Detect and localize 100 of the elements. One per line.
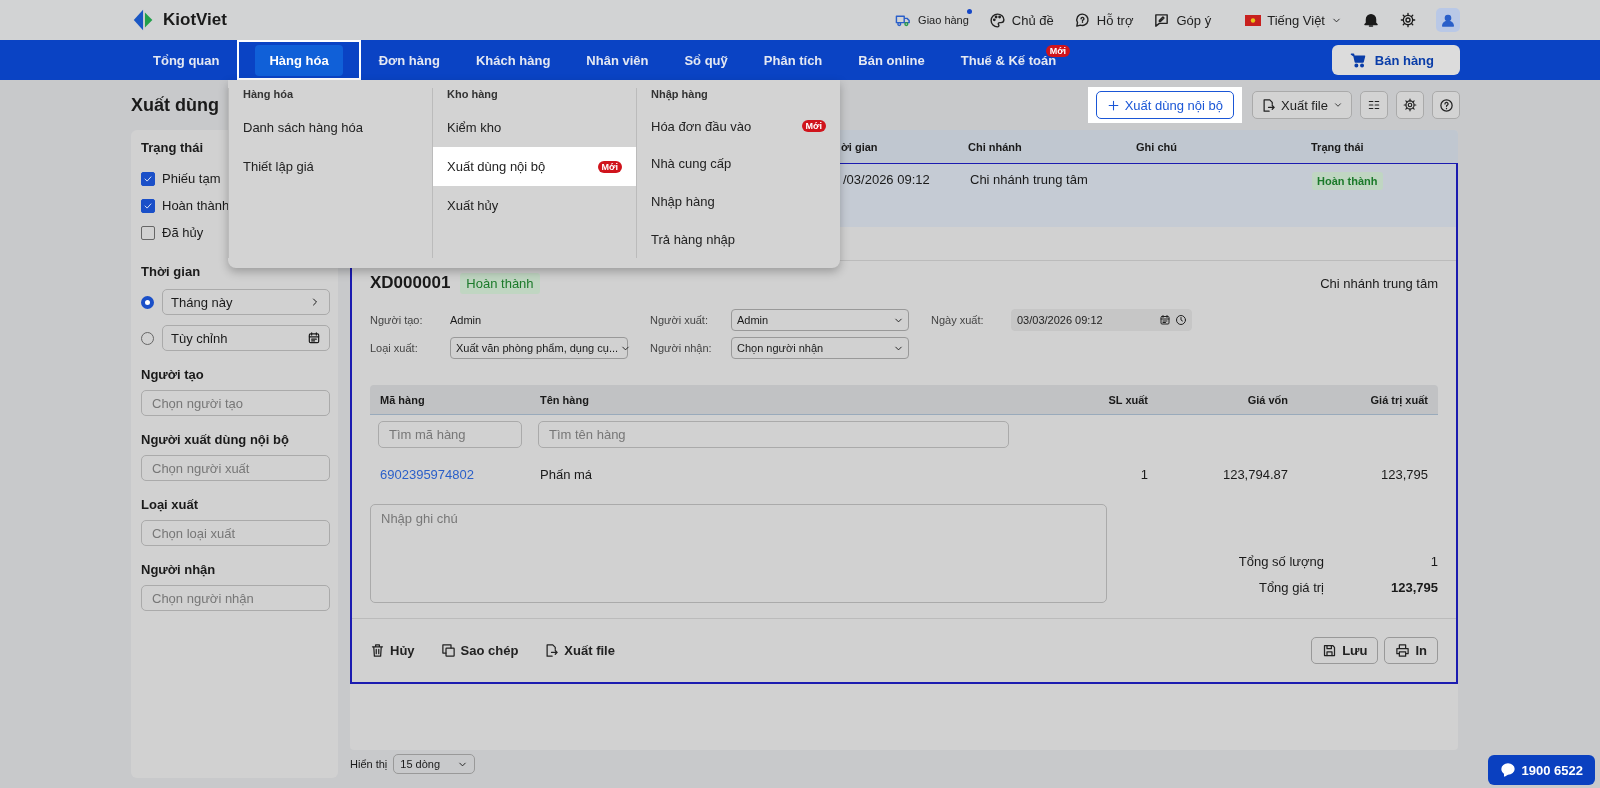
time-range-field[interactable]: Tùy chỉnh bbox=[162, 325, 330, 351]
menu-heading: Hàng hóa bbox=[243, 88, 295, 102]
help-button[interactable] bbox=[1432, 91, 1460, 119]
select-field[interactable]: Admin bbox=[731, 309, 909, 331]
picker-field[interactable]: Chọn người tạo bbox=[141, 390, 330, 416]
nav-tab[interactable]: Tổng quan bbox=[135, 40, 238, 80]
nav-tab[interactable]: Bán online bbox=[840, 40, 943, 80]
top-link[interactable]: Giao hàng bbox=[895, 11, 969, 29]
action-link[interactable]: Xuất file bbox=[544, 643, 615, 658]
menu-item[interactable]: Kiểm kho bbox=[433, 108, 636, 147]
cart-icon bbox=[1349, 51, 1367, 69]
action-link[interactable]: Sao chép bbox=[440, 643, 519, 658]
settings-icon bbox=[1403, 98, 1417, 112]
document-code: XD000001 bbox=[370, 273, 451, 293]
menu-item[interactable]: Xuất hủy bbox=[433, 186, 636, 225]
export-file-icon bbox=[544, 643, 560, 658]
bell-icon[interactable] bbox=[1362, 11, 1380, 29]
help-icon bbox=[1438, 97, 1454, 113]
action-button[interactable]: In bbox=[1384, 637, 1438, 664]
select-field[interactable]: Chọn người nhận bbox=[731, 337, 909, 359]
export-button[interactable]: Xuất file bbox=[1252, 91, 1352, 119]
filter-title: Thời gian bbox=[141, 264, 202, 279]
menu-item[interactable]: Hóa đơn đầu vào Mới bbox=[637, 107, 840, 146]
nav-tab[interactable]: Đơn hàng bbox=[360, 40, 458, 80]
menu-item[interactable]: Danh sách hàng hóa bbox=[229, 108, 432, 147]
search-field[interactable]: Tìm tên hàng bbox=[538, 421, 1009, 448]
checkbox[interactable] bbox=[141, 171, 155, 186]
trash-icon bbox=[370, 643, 385, 658]
radio-button[interactable] bbox=[141, 295, 154, 309]
filter-title: Trạng thái bbox=[141, 140, 205, 155]
nav-tab[interactable]: Sổ quỹ bbox=[666, 40, 746, 80]
action-link[interactable]: Hủy bbox=[370, 643, 415, 658]
list-icon bbox=[1367, 98, 1381, 112]
nav-tab[interactable]: Khách hàng bbox=[457, 40, 569, 80]
menu-item[interactable]: Nhập hàng bbox=[637, 182, 840, 221]
menu-heading: Nhập hàng bbox=[651, 88, 709, 102]
date-field[interactable]: 03/03/2026 09:12 bbox=[1011, 309, 1192, 331]
field-label: Loại xuất: bbox=[370, 342, 419, 354]
column-header: SL xuất bbox=[1107, 393, 1148, 406]
column-toggle-button[interactable] bbox=[1360, 91, 1388, 119]
top-link[interactable]: Chủ đề bbox=[988, 11, 1054, 29]
column-header: Ghi chú bbox=[1136, 140, 1178, 153]
checkbox[interactable] bbox=[141, 198, 155, 213]
copy-icon bbox=[440, 643, 456, 658]
search-field[interactable]: Tìm mã hàng bbox=[378, 421, 522, 448]
pager-label: Hiển thị bbox=[350, 758, 388, 770]
time-range-field[interactable]: Tháng này bbox=[162, 289, 330, 315]
language-selector[interactable]: Tiếng Việt bbox=[1245, 12, 1342, 28]
field-label: Người xuất: bbox=[650, 314, 709, 326]
top-link[interactable]: Góp ý bbox=[1153, 11, 1212, 29]
column-header: ời gian bbox=[841, 140, 879, 153]
settings-icon[interactable] bbox=[1400, 12, 1416, 28]
picker-field[interactable]: Chọn người nhận bbox=[141, 585, 330, 611]
palette-icon bbox=[988, 11, 1006, 29]
product-code-link[interactable]: 6902395974802 bbox=[380, 466, 540, 482]
calendar-icon bbox=[1159, 314, 1171, 326]
new-badge: Mới bbox=[1045, 45, 1071, 57]
check-icon bbox=[143, 173, 153, 184]
column-header: Mã hàng bbox=[380, 393, 426, 406]
nav-tab[interactable]: Hàng hóa bbox=[237, 40, 361, 80]
filter-title: Người xuất dùng nội bộ bbox=[141, 432, 290, 447]
menu-item[interactable]: Xuất dùng nội bộ Mới bbox=[433, 147, 636, 186]
clock-icon bbox=[1175, 314, 1187, 326]
top-link[interactable]: Hỗ trợ bbox=[1073, 11, 1134, 29]
filter-title: Người nhận bbox=[141, 562, 217, 577]
check-icon bbox=[143, 200, 153, 211]
filter-title: Loại xuất bbox=[141, 497, 200, 512]
help-chat-icon bbox=[1073, 11, 1091, 29]
chat-icon bbox=[1499, 762, 1516, 778]
action-button[interactable]: Lưu bbox=[1311, 637, 1379, 664]
column-header: Giá vốn bbox=[1246, 393, 1288, 406]
hotline-button[interactable]: 1900 6522 bbox=[1487, 755, 1595, 785]
checkbox-label: Đã hủy bbox=[162, 225, 204, 240]
table-cell-text: 123,794.87 bbox=[1221, 466, 1288, 482]
avatar[interactable] bbox=[1436, 8, 1460, 32]
nav-tab[interactable]: Phân tích bbox=[745, 40, 841, 80]
picker-field[interactable]: Chọn người xuất bbox=[141, 455, 330, 481]
status-badge: Hoàn thành bbox=[1312, 172, 1383, 190]
page-size-select[interactable]: 15 dòng bbox=[393, 754, 476, 774]
user-icon bbox=[1440, 12, 1456, 28]
total-label: Tổng giá trị bbox=[1257, 579, 1324, 595]
checkbox-label: Hoàn thành bbox=[162, 198, 230, 213]
column-header: Chi nhánh bbox=[968, 140, 1023, 153]
plus-icon bbox=[1106, 98, 1120, 112]
checkbox[interactable] bbox=[141, 225, 155, 240]
nav-tab[interactable]: Nhân viên bbox=[568, 40, 667, 80]
field-label: Người tạo: bbox=[370, 314, 424, 326]
new-badge: Mới bbox=[801, 120, 826, 133]
new-badge: Mới bbox=[597, 160, 622, 173]
total-value: 123,795 bbox=[1390, 579, 1438, 595]
sell-button[interactable]: Bán hàng bbox=[1331, 45, 1460, 75]
table-cell-text: 1 bbox=[1139, 466, 1148, 482]
nav-tab[interactable]: Thuế & Kế toán Mới bbox=[942, 40, 1075, 80]
settings-button[interactable] bbox=[1396, 91, 1424, 119]
table-cell-text: Chi nhánh trung tâm bbox=[970, 172, 1089, 187]
printer-icon bbox=[1395, 643, 1411, 658]
note-field[interactable]: Nhập ghi chú bbox=[370, 504, 1107, 603]
select-field[interactable]: Xuất văn phòng phẩm, dụng cụ... bbox=[450, 337, 628, 359]
create-button[interactable]: Xuất dùng nội bộ bbox=[1095, 91, 1234, 119]
picker-field[interactable]: Chọn loại xuất bbox=[141, 520, 330, 546]
